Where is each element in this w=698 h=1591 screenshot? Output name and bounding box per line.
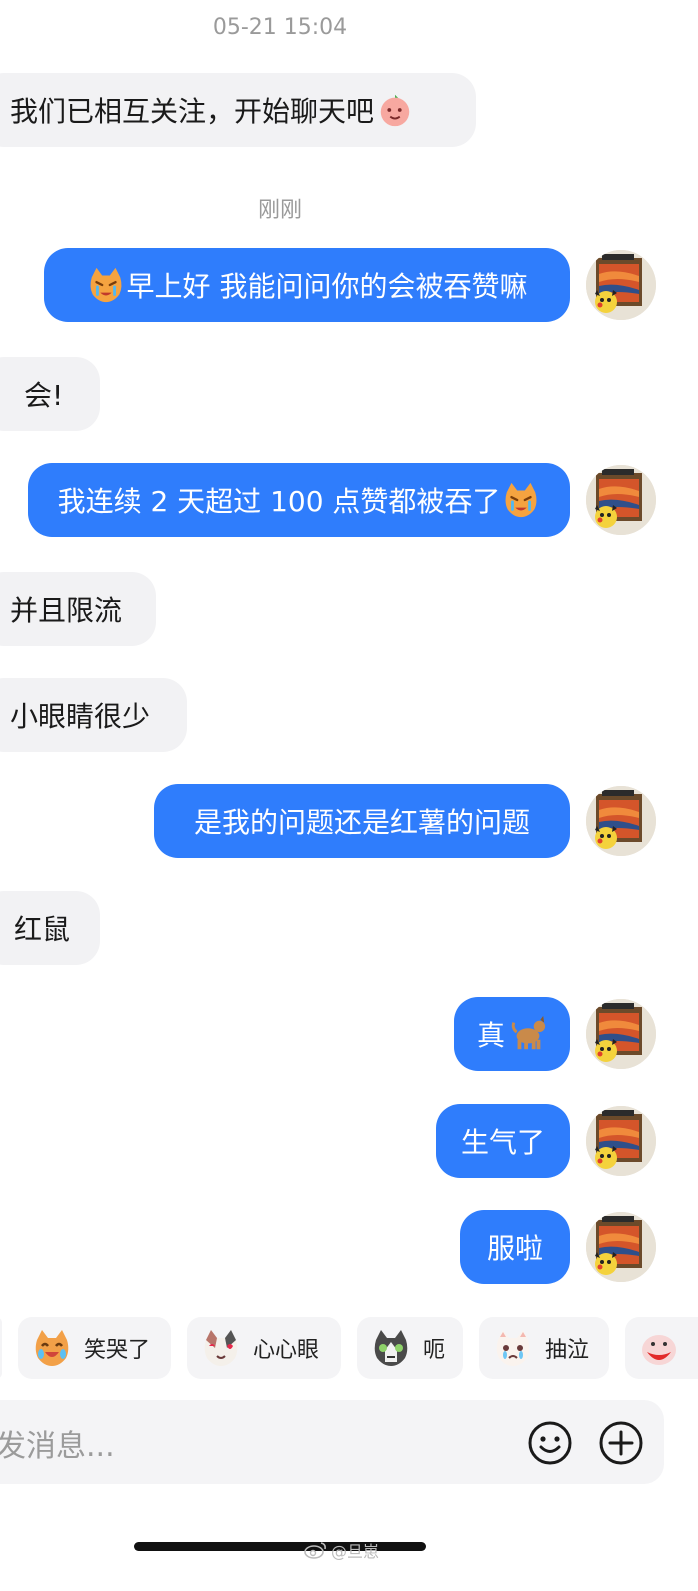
avatar[interactable] (586, 999, 656, 1069)
sticker-chip-partial[interactable] (625, 1317, 698, 1379)
message-bubble-incoming[interactable]: 会! (0, 357, 100, 431)
avatar[interactable] (586, 786, 656, 856)
weibo-logo-icon (304, 1542, 326, 1559)
message-text: 会! (24, 379, 64, 412)
sticker-chip-heart-eyes[interactable]: 心心眼 (187, 1317, 341, 1379)
plus-circle-icon[interactable] (598, 1420, 644, 1466)
laughing-cat-icon (35, 1330, 69, 1366)
message-bubble-outgoing[interactable]: 生气了 (436, 1104, 570, 1178)
message-bubble-incoming[interactable]: 小眼睛很少 (0, 678, 187, 752)
peach-sticker-icon (376, 91, 414, 129)
sticker-label: 心心眼 (253, 1338, 320, 1363)
home-indicator[interactable] (134, 1542, 426, 1551)
sticker-bar: 笑哭了 心心眼 呃 抽泣 (0, 1317, 698, 1379)
message-text: 生气了 (460, 1126, 545, 1159)
message-bubble-outgoing[interactable]: 是我的问题还是红薯的问题 (154, 784, 570, 858)
message-text: 真 (476, 1019, 505, 1052)
timestamp-recent: 刚刚 (257, 198, 302, 223)
message-text: 我连续 2 天超过 100 点赞都被吞了 (57, 485, 501, 518)
dog-icon (509, 1015, 547, 1053)
crying-cat-icon (502, 481, 540, 519)
sticker-label: 呃 (423, 1338, 446, 1363)
message-input-placeholder[interactable]: 发消息... (0, 1421, 115, 1465)
avatar[interactable] (586, 1106, 656, 1176)
heart-eyes-cat-icon (204, 1330, 238, 1366)
timestamp-top: 05-21 15:04 (212, 15, 348, 40)
message-text: 早上好 我能问问你的会被吞赞嘛 (126, 270, 528, 303)
message-bubble-incoming[interactable]: 并且限流 (0, 572, 156, 646)
sobbing-cat-icon (496, 1330, 530, 1366)
message-bubble-incoming[interactable]: 红鼠 (0, 891, 100, 965)
message-text: 小眼睛很少 (10, 700, 151, 733)
avatar[interactable] (586, 250, 656, 320)
blob-sticker-icon (642, 1335, 676, 1365)
crying-cat-icon (87, 266, 125, 304)
message-text: 服啦 (486, 1232, 543, 1265)
watermark-text: @旦崽 (331, 1542, 380, 1561)
message-bubble-outgoing[interactable]: 早上好 我能问问你的会被吞赞嘛 (44, 248, 570, 322)
message-bubble-outgoing[interactable]: 真 (454, 997, 570, 1071)
avatar[interactable] (586, 465, 656, 535)
message-bubble-incoming[interactable]: 我们已相互关注，开始聊天吧 (0, 73, 476, 147)
message-text: 是我的问题还是红薯的问题 (193, 806, 530, 839)
message-bubble-outgoing[interactable]: 我连续 2 天超过 100 点赞都被吞了 (28, 463, 570, 537)
message-bubble-outgoing[interactable]: 服啦 (460, 1210, 570, 1284)
message-text: 红鼠 (14, 913, 71, 946)
grey-cat-icon (374, 1330, 408, 1366)
sticker-label: 抽泣 (545, 1338, 590, 1363)
watermark: @旦崽 (304, 1538, 379, 1562)
sticker-chip-sobbing[interactable]: 抽泣 (479, 1317, 609, 1379)
sticker-chip-partial[interactable] (0, 1317, 2, 1379)
message-text: 并且限流 (10, 594, 123, 627)
avatar[interactable] (586, 1212, 656, 1282)
message-text: 我们已相互关注，开始聊天吧 (10, 95, 375, 128)
smiley-icon[interactable] (527, 1420, 573, 1466)
sticker-label: 笑哭了 (84, 1338, 151, 1363)
sticker-chip-uh[interactable]: 呃 (357, 1317, 463, 1379)
sticker-chip-laughing[interactable]: 笑哭了 (18, 1317, 171, 1379)
